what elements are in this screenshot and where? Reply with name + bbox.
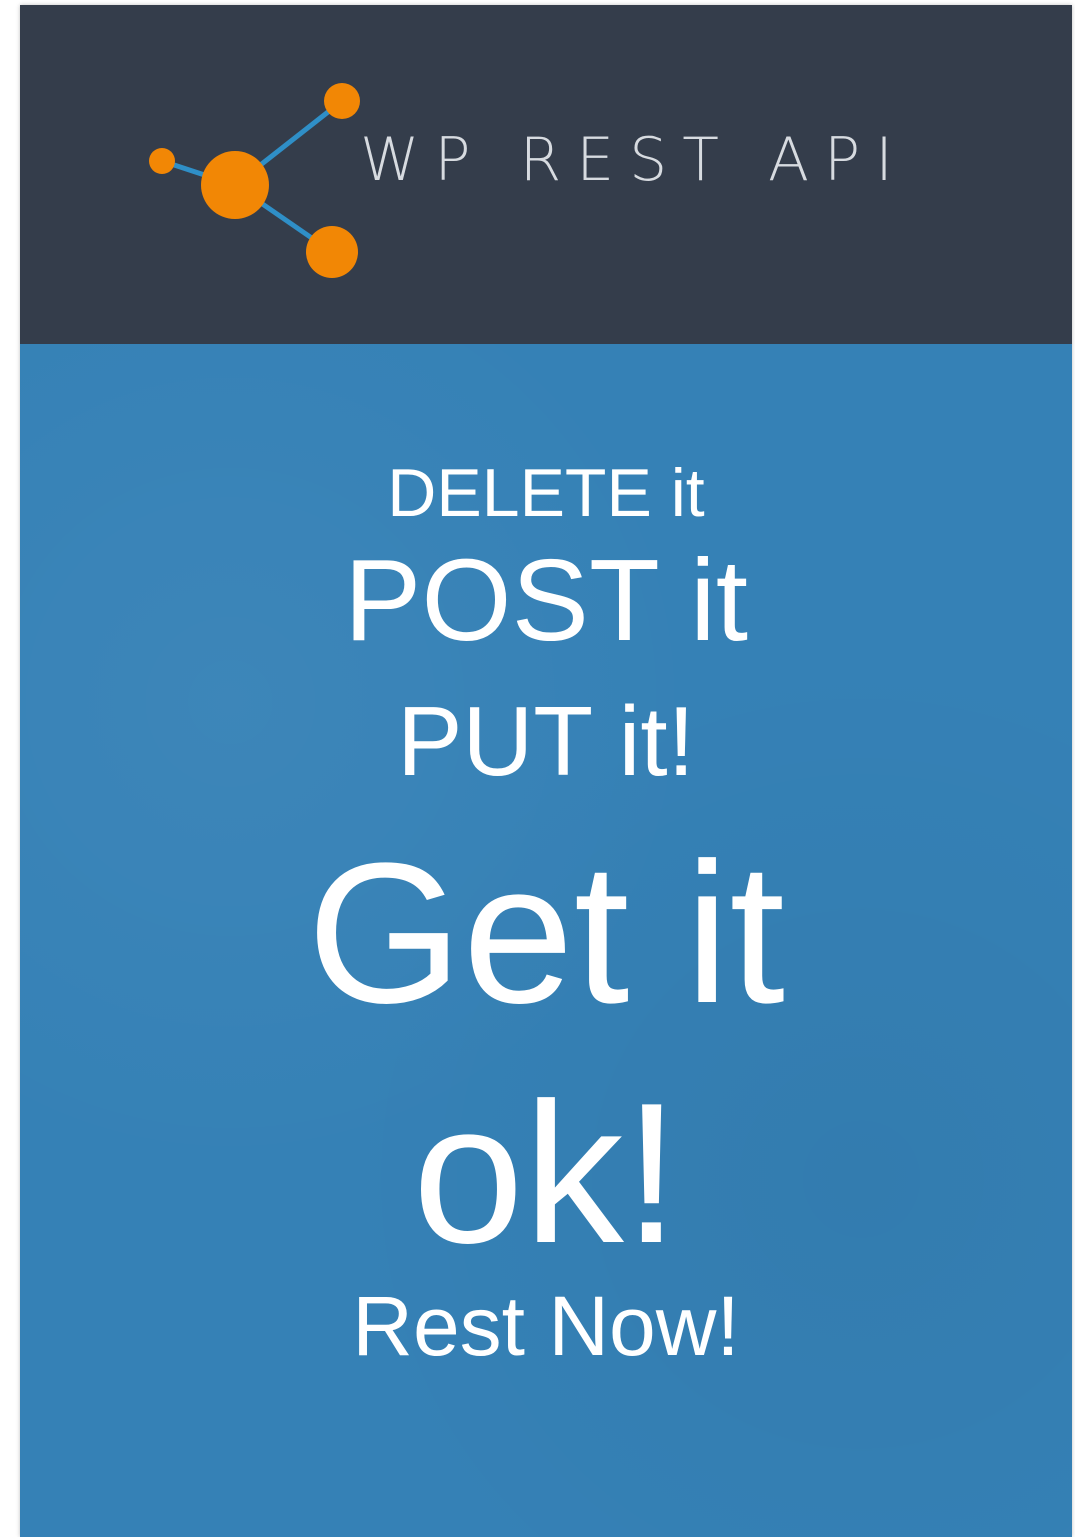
slide-card: WP REST API DELETE it POST it PUT it! Ge… bbox=[20, 5, 1072, 1537]
line-put: PUT it! bbox=[397, 686, 695, 796]
logo-wordmark: WP REST API bbox=[360, 125, 908, 195]
line-rest-now: Rest Now! bbox=[352, 1279, 740, 1373]
header-banner: WP REST API bbox=[20, 5, 1072, 344]
network-node-icon bbox=[149, 83, 360, 278]
slide-body: DELETE it POST it PUT it! Get it ok! Res… bbox=[20, 344, 1072, 1537]
line-delete: DELETE it bbox=[387, 455, 705, 531]
line-get: Get it bbox=[307, 822, 785, 1045]
line-post: POST it bbox=[344, 535, 748, 665]
page: WP REST API DELETE it POST it PUT it! Ge… bbox=[0, 0, 1075, 1537]
line-ok: ok! bbox=[412, 1062, 680, 1285]
